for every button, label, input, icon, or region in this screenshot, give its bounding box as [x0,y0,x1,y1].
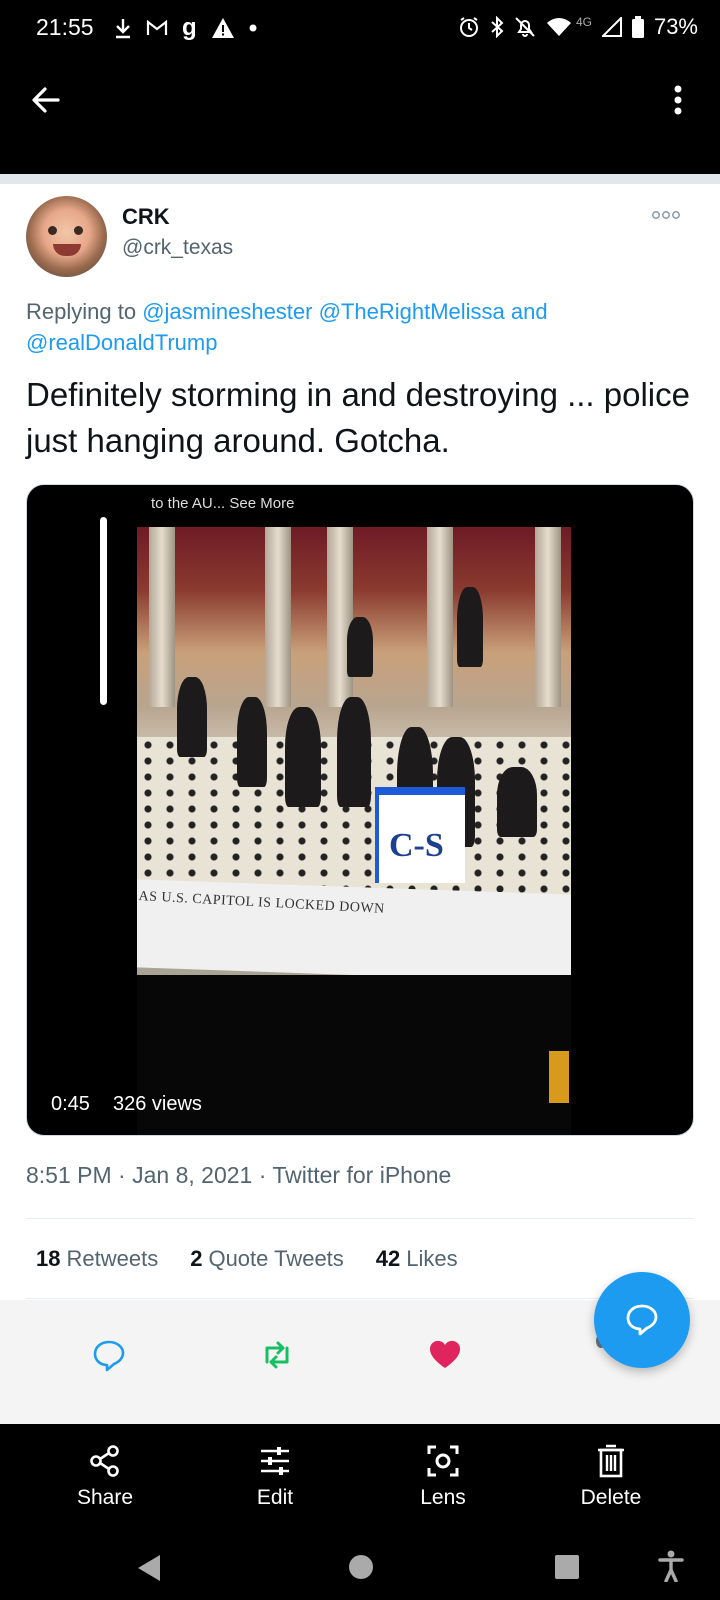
author-name[interactable]: CRK [122,204,170,230]
battery-percent: 73% [653,14,698,39]
retweets-stat[interactable]: 18 Retweets [36,1246,158,1272]
nav-recents-icon[interactable] [554,1554,580,1580]
edit-label: Edit [256,1486,294,1509]
replying-and: and [510,299,548,324]
compose-reply-icon [626,1304,658,1336]
retweets-count: 18 [36,1246,61,1271]
nav-home-icon[interactable] [348,1554,374,1580]
video-duration: 0:45 [51,1093,90,1115]
crowd-figure [337,697,371,807]
lens-icon [427,1445,459,1477]
avatar-eye-right [74,226,83,235]
gmail-icon [146,19,168,35]
retweet-icon[interactable] [260,1338,294,1372]
tweet-stats: 18 Retweets 2 Quote Tweets 42 Likes [36,1246,458,1272]
like-heart-icon[interactable] [428,1338,462,1372]
statue [457,587,483,667]
capitol-pillar [427,527,453,707]
tweet-screenshot: CRK @crk_texas Replying to @jasmineshest… [0,174,720,1424]
replying-to: Replying to @jasmineshester @TheRightMel… [26,296,666,358]
tweet-time: 8:51 PM [26,1162,112,1188]
accessibility-icon[interactable] [658,1550,684,1582]
alarm-icon [459,17,478,37]
edit-button[interactable]: Edit [220,1444,330,1510]
quote-tweets-label: Quote Tweets [208,1246,344,1271]
photo-toolbar: Share Edit Lens Delete [0,1424,720,1532]
compose-reply-button[interactable] [594,1272,690,1368]
capitol-pillar [149,527,175,707]
network-logo-text: C-S [389,827,444,864]
bluetooth-icon [491,16,504,38]
wifi-icon [546,18,571,36]
replying-prefix: Replying to [26,299,143,324]
crowd-figure [237,697,267,787]
tweet-date: Jan 8, 2021 [132,1162,253,1188]
dot-icon [249,24,257,32]
author-handle[interactable]: @crk_texas [122,236,233,260]
share-label: Share [76,1486,134,1509]
download-icon [116,19,130,39]
system-icons: 4G 73% [458,14,698,40]
likes-count: 42 [375,1246,401,1271]
battery-icon [631,16,644,38]
lens-button[interactable]: Lens [388,1444,498,1510]
mention-link[interactable]: @TheRightMelissa [319,299,505,324]
video-top-caption: to the AU... See More [151,495,295,512]
quote-tweets-stat[interactable]: 2 Quote Tweets [190,1246,344,1272]
capitol-pillar [265,527,291,707]
likes-label: Likes [406,1246,458,1271]
avatar-eye-left [48,226,57,235]
share-button[interactable]: Share [50,1444,160,1510]
tweet-more-icon[interactable] [652,210,680,220]
status-bar: 21:55 g 4G 73% [0,0,720,56]
overflow-menu-icon[interactable] [672,84,684,116]
warning-icon [211,18,234,38]
video-scroll-indicator [100,517,107,705]
tweet-meta: 8:51 PM · Jan 8, 2021 · Twitter for iPho… [26,1162,452,1188]
statue [347,617,373,677]
reply-icon[interactable] [92,1338,126,1372]
divider [26,1218,694,1219]
mention-link[interactable]: @realDonaldTrump [26,330,217,355]
top-divider [0,174,720,184]
tweet-source[interactable]: Twitter for iPhone [272,1162,451,1188]
tv-corner-tag [549,1051,569,1103]
capitol-pillar [535,527,561,707]
tv-bezel [137,975,571,1135]
avatar-mouth [53,244,81,256]
retweets-label: Retweets [66,1246,159,1271]
tweet-video[interactable]: to the AU... See More C-S AS U.S. CAPITO… [26,484,694,1136]
share-icon [90,1445,119,1477]
trash-icon [598,1444,624,1478]
signal-icon [601,17,622,37]
delete-button[interactable]: Delete [556,1444,666,1510]
mute-icon [515,17,535,37]
mention-link[interactable]: @jasmineshester [142,299,312,324]
lens-label: Lens [420,1486,466,1509]
crowd-figure [285,707,321,807]
avatar[interactable] [26,196,107,277]
likes-stat[interactable]: 42 Likes [376,1246,458,1272]
navigation-bar [0,1532,720,1600]
capitol-pillar [327,527,353,707]
network-type: 4G [575,15,592,29]
status-time: 21:55 [36,14,94,40]
divider [26,1298,694,1299]
app-g-icon: g [182,14,197,41]
quote-tweets-count: 2 [190,1246,203,1271]
nav-back-icon[interactable] [136,1554,162,1582]
notification-icons: g [114,14,257,42]
back-arrow-icon[interactable] [28,82,64,118]
tweet-text: Definitely storming in and destroying ..… [26,376,690,459]
tune-sliders-icon [261,1447,289,1475]
delete-label: Delete [580,1486,642,1509]
crowd-figure [497,767,537,837]
video-views: 326 views [113,1093,202,1115]
crowd-figure [177,677,207,757]
app-bar [0,56,720,174]
